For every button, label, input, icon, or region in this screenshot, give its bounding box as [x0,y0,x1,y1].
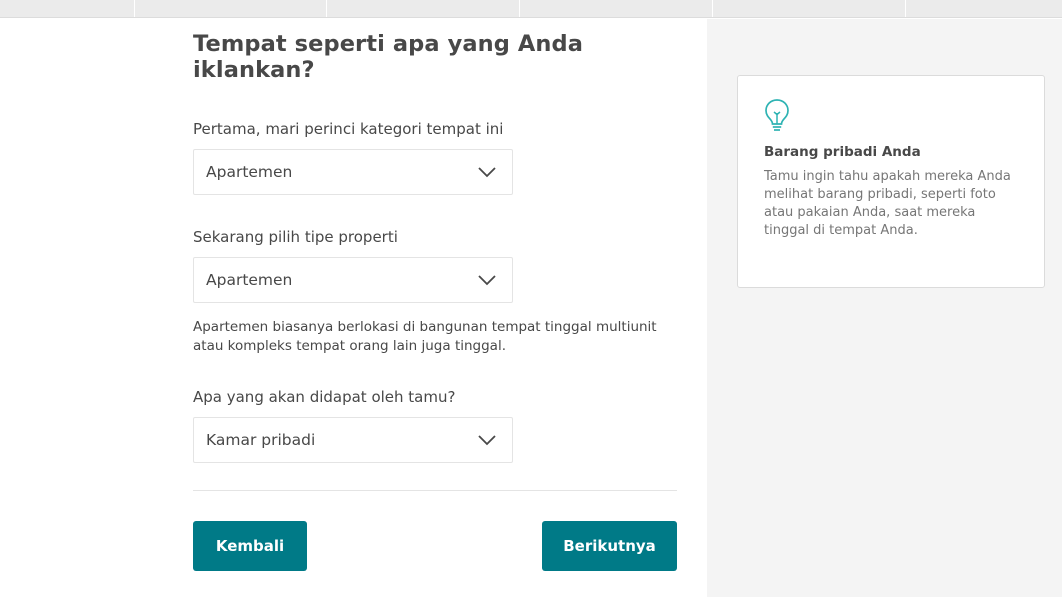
guest-space-label: Apa yang akan didapat oleh tamu? [193,388,456,406]
next-button[interactable]: Berikutnya [542,521,677,571]
property-type-label: Sekarang pilih tipe properti [193,228,398,246]
progress-segment [520,0,713,17]
back-button[interactable]: Kembali [193,521,307,571]
tip-title: Barang pribadi Anda [764,144,921,160]
property-type-helper: Apartemen biasanya berlokasi di bangunan… [193,319,657,354]
progress-segment [0,0,135,17]
lightbulb-icon [765,99,789,131]
category-label: Pertama, mari perinci kategori tempat in… [193,120,504,138]
progress-segment [327,0,520,17]
category-select[interactable]: Apartemen [193,149,513,195]
progress-segment [713,0,906,17]
property-type-select[interactable]: Apartemen [193,257,513,303]
page-title: Tempat seperti apa yang Anda iklankan? [193,31,583,83]
guest-space-select[interactable]: Kamar pribadi [193,417,513,463]
divider [193,490,677,491]
property-type-select-value: Apartemen [206,271,293,289]
progress-segment [906,0,1062,17]
chevron-down-icon [478,275,496,286]
category-select-value: Apartemen [206,163,293,181]
guest-space-select-value: Kamar pribadi [206,431,316,449]
progress-bar [0,0,1062,18]
tip-panel: Barang pribadi Anda Tamu ingin tahu apak… [707,19,1062,597]
chevron-down-icon [478,167,496,178]
progress-segment [135,0,327,17]
tip-body: Tamu ingin tahu apakah mereka Anda melih… [764,169,1011,238]
chevron-down-icon [478,435,496,446]
tip-card: Barang pribadi Anda Tamu ingin tahu apak… [737,75,1045,288]
